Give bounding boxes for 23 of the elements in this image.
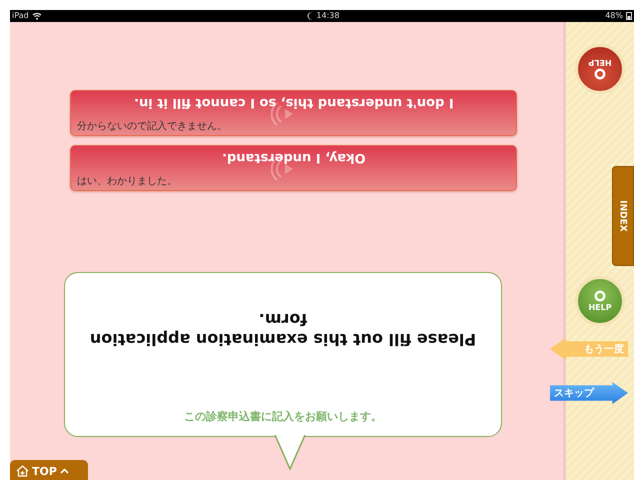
wifi-icon	[32, 12, 42, 20]
moon-icon	[307, 12, 314, 20]
battery-percent: 48%	[605, 12, 623, 20]
ring-icon	[594, 68, 606, 80]
home-icon	[16, 465, 29, 477]
help-button[interactable]: HELP	[575, 276, 625, 326]
phrase-english: I don't understand this, so I cannot fill it in.	[134, 95, 454, 112]
phrase-card[interactable]: Okay, I understand. はい、わかりました。	[70, 145, 517, 191]
phrase-japanese: 分からないので記入できません。	[77, 122, 227, 132]
phrase-card[interactable]: I don't understand this, so I cannot fill it in. 分からないので記入できません。	[70, 90, 517, 136]
caret-icon	[60, 468, 69, 474]
ring-icon	[594, 290, 606, 302]
clock-time: 14:38	[316, 12, 340, 20]
phrase-japanese: はい、わかりました。	[77, 177, 177, 187]
prompt-english: Please fill out this examination application form.	[88, 309, 478, 349]
prompt-japanese: この診察申込書に記入をお願いします。	[184, 409, 382, 424]
top-button[interactable]: TOP	[10, 460, 88, 480]
skip-button[interactable]: スキップ	[550, 382, 628, 404]
device-name: iPad	[12, 12, 29, 20]
phrase-english: Okay, I understand.	[222, 150, 366, 167]
help-button[interactable]: HELP	[575, 44, 625, 94]
battery-icon	[626, 12, 632, 20]
index-tab[interactable]: INDEX	[612, 166, 634, 266]
